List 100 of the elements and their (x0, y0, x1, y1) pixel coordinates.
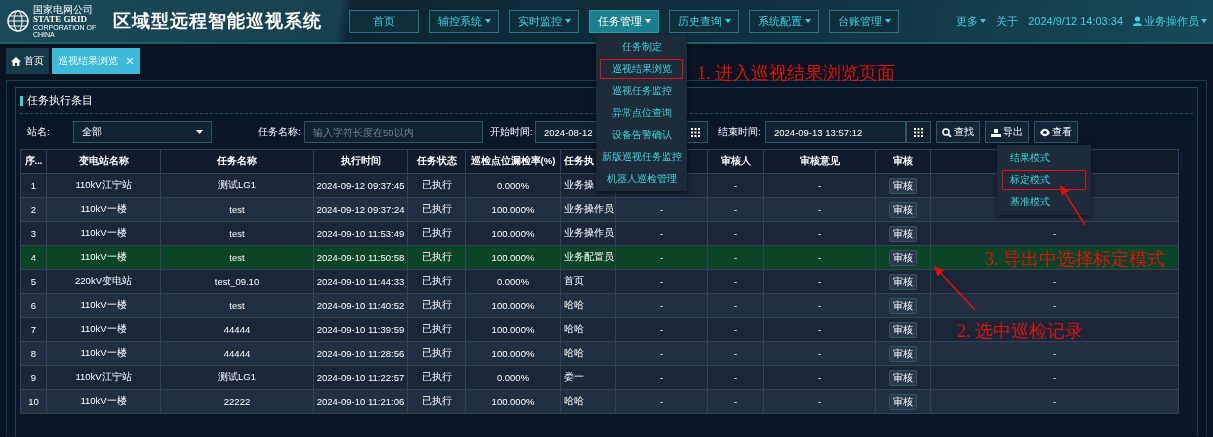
table-cell: 100.000% (465, 293, 561, 318)
table-cell: - (707, 317, 764, 342)
table-cell: 哈哈 (560, 341, 616, 366)
table-cell: 100.000% (465, 389, 561, 414)
table-cell: test (160, 293, 314, 318)
column-header: 任务名称 (160, 149, 314, 174)
table-cell: 100.000% (465, 317, 561, 342)
table-cell: 业务操作员 (560, 197, 616, 222)
table-cell: - (763, 269, 876, 294)
table-cell: 6 (20, 293, 47, 318)
table-cell: - (930, 365, 1179, 390)
filter-label: 站名: (27, 125, 51, 139)
annotation-text: 3. 导出中选择标定模式 (985, 248, 1165, 271)
table-cell: - (615, 197, 708, 222)
table-cell: 44444 (160, 341, 314, 366)
column-header: 审核意见 (763, 149, 876, 174)
date-time: 2024/9/12 14:03:34 (1028, 15, 1123, 27)
table-cell: 已执行 (407, 221, 466, 246)
table-cell: 娄一 (560, 365, 616, 390)
table-cell: 已执行 (407, 245, 466, 270)
table-cell: - (763, 317, 876, 342)
table-cell: 首页 (560, 269, 616, 294)
table-cell: 已执行 (407, 389, 466, 414)
table-cell: - (763, 245, 876, 270)
logo-text-line: STATE GRID (33, 14, 87, 24)
table-cell: 220kV变电站 (46, 269, 161, 294)
table-cell: 9 (20, 365, 47, 390)
annotation-text: 1. 进入巡视结果浏览页面 (697, 62, 895, 85)
table-cell: - (707, 365, 764, 390)
table-cell: 2024-09-10 11:40:52 (313, 293, 408, 318)
table-cell: 100.000% (465, 197, 561, 222)
table-cell: 2024-09-10 11:22:57 (313, 365, 408, 390)
table-cell: test (160, 197, 314, 222)
table-cell: - (615, 365, 708, 390)
table-cell: 2024-09-10 11:50:58 (313, 245, 408, 270)
table-cell: 2024-09-10 11:53:49 (313, 221, 408, 246)
table-cell: 已执行 (407, 317, 466, 342)
table-cell: - (707, 341, 764, 366)
table-cell: 测试LG1 (160, 173, 314, 198)
table-cell: 110kV一楼 (46, 245, 161, 270)
table-cell: - (763, 221, 876, 246)
panel-title: 任务执行条目 (27, 93, 93, 108)
table-cell: - (707, 269, 764, 294)
table-cell: 2024-09-10 11:28:56 (313, 341, 408, 366)
table-cell: - (615, 293, 708, 318)
table-cell: 业务配置员 (560, 245, 616, 270)
table-cell: 44444 (160, 317, 314, 342)
table-cell: test (160, 245, 314, 270)
table-cell: 哈哈 (560, 389, 616, 414)
table-cell: 100.000% (465, 341, 561, 366)
column-header: 任务状态 (407, 149, 466, 174)
table-cell: - (763, 173, 876, 198)
app-title: 区域型远程智能巡视系统 (113, 10, 323, 33)
table-cell: 110kV江宁站 (46, 173, 161, 198)
table-cell: 10 (20, 389, 47, 414)
table-cell: - (707, 245, 764, 270)
table-cell: 已执行 (407, 197, 466, 222)
table-cell: - (615, 389, 708, 414)
table-cell: 110kV一楼 (46, 221, 161, 246)
table-cell: - (763, 365, 876, 390)
table-cell: 测试LG1 (160, 365, 314, 390)
annotation-text: 2. 选中巡检记录 (957, 320, 1083, 343)
table-cell: 2024-09-12 09:37:45 (313, 173, 408, 198)
column-header: 序... (20, 149, 47, 174)
table-cell: 已执行 (407, 365, 466, 390)
table-cell: - (707, 293, 764, 318)
column-header: 巡检点位漏检率(%) (465, 149, 561, 174)
table-cell: 110kV一楼 (46, 317, 161, 342)
table-cell: - (615, 269, 708, 294)
table-cell: - (930, 389, 1179, 414)
table-cell: 2024-09-10 11:39:59 (313, 317, 408, 342)
logo-text-line: 国家电网公司 (33, 4, 94, 15)
table-cell: 2024-09-10 11:21:06 (313, 389, 408, 414)
table-cell: - (763, 197, 876, 222)
table-cell: - (930, 221, 1179, 246)
column-header: 审核人 (707, 149, 764, 174)
table-cell: 已执行 (407, 341, 466, 366)
table-cell: - (615, 221, 708, 246)
table-cell: 110kV一楼 (46, 197, 161, 222)
table-cell: test (160, 221, 314, 246)
table-cell: 2024-09-10 11:44:33 (313, 269, 408, 294)
column-header: 执行时间 (313, 149, 408, 174)
table-cell: - (930, 293, 1179, 318)
table-cell: test_09.10 (160, 269, 314, 294)
filter-label: 任务名称: (258, 125, 302, 139)
table-cell: 22222 (160, 389, 314, 414)
table-cell: - (707, 197, 764, 222)
table-cell: - (763, 293, 876, 318)
table-cell: 已执行 (407, 269, 466, 294)
table-cell: - (707, 173, 764, 198)
table-cell: 110kV一楼 (46, 293, 161, 318)
table-cell: 哈哈 (560, 317, 616, 342)
table-cell: 110kV一楼 (46, 341, 161, 366)
table-cell: 110kV江宁站 (46, 365, 161, 390)
column-header: 审核 (875, 149, 931, 174)
table-cell: - (707, 221, 764, 246)
table-cell: 1 (20, 173, 47, 198)
table-cell: 110kV一楼 (46, 389, 161, 414)
table-cell: 0.000% (465, 365, 561, 390)
table-cell: - (930, 341, 1179, 366)
